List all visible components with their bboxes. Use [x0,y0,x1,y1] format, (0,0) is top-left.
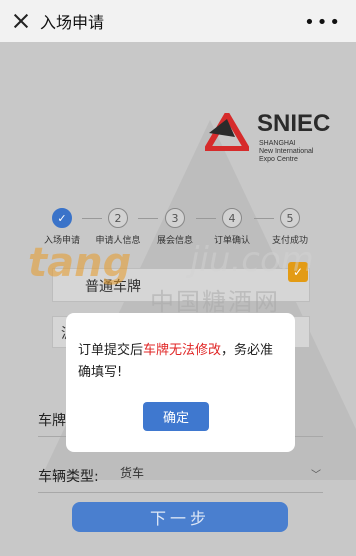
plate-label: 车牌 [38,413,66,429]
watermark-logo-latin: tang [28,240,132,286]
confirm-dialog: 订单提交后车牌无法修改，务必准确填写! 确定 [66,313,295,452]
logo-mark-icon [205,113,249,151]
chevron-down-icon: ﹀ [311,470,321,481]
more-dots-icon[interactable]: ••• [304,12,342,33]
next-button[interactable]: 下一步 [72,502,288,532]
vehicle-type-select[interactable]: 车辆类型: 货车 ﹀ [38,458,323,493]
watermark-logo-domain: jiu.com [190,240,314,280]
step-check-icon: ✓ [52,208,72,228]
dialog-warning-text: 车牌无法修改 [143,343,222,358]
step-number: 5 [280,208,300,228]
dialog-message: 订单提交后车牌无法修改，务必准确填写! [78,343,274,380]
step-number: 3 [165,208,185,228]
logo-subtitle: SHANGHAI New International Expo Centre [259,140,314,163]
watermark-text: 中国糖酒网 [150,288,280,316]
ok-button[interactable]: 确定 [143,402,209,431]
vehicle-type-label: 车辆类型: [38,469,99,485]
top-bar: 入场申请 ••• [0,0,356,42]
logo-brand: SNIEC [257,110,331,137]
vehicle-type-value: 货车 [120,466,145,480]
page-content: SNIEC SHANGHAI New International Expo Ce… [0,0,356,556]
step-number: 2 [108,208,128,228]
sniec-logo: SNIEC SHANGHAI New International Expo Ce… [205,105,345,175]
close-icon[interactable] [12,12,30,30]
page-title: 入场申请 [40,13,105,32]
step-number: 4 [222,208,242,228]
